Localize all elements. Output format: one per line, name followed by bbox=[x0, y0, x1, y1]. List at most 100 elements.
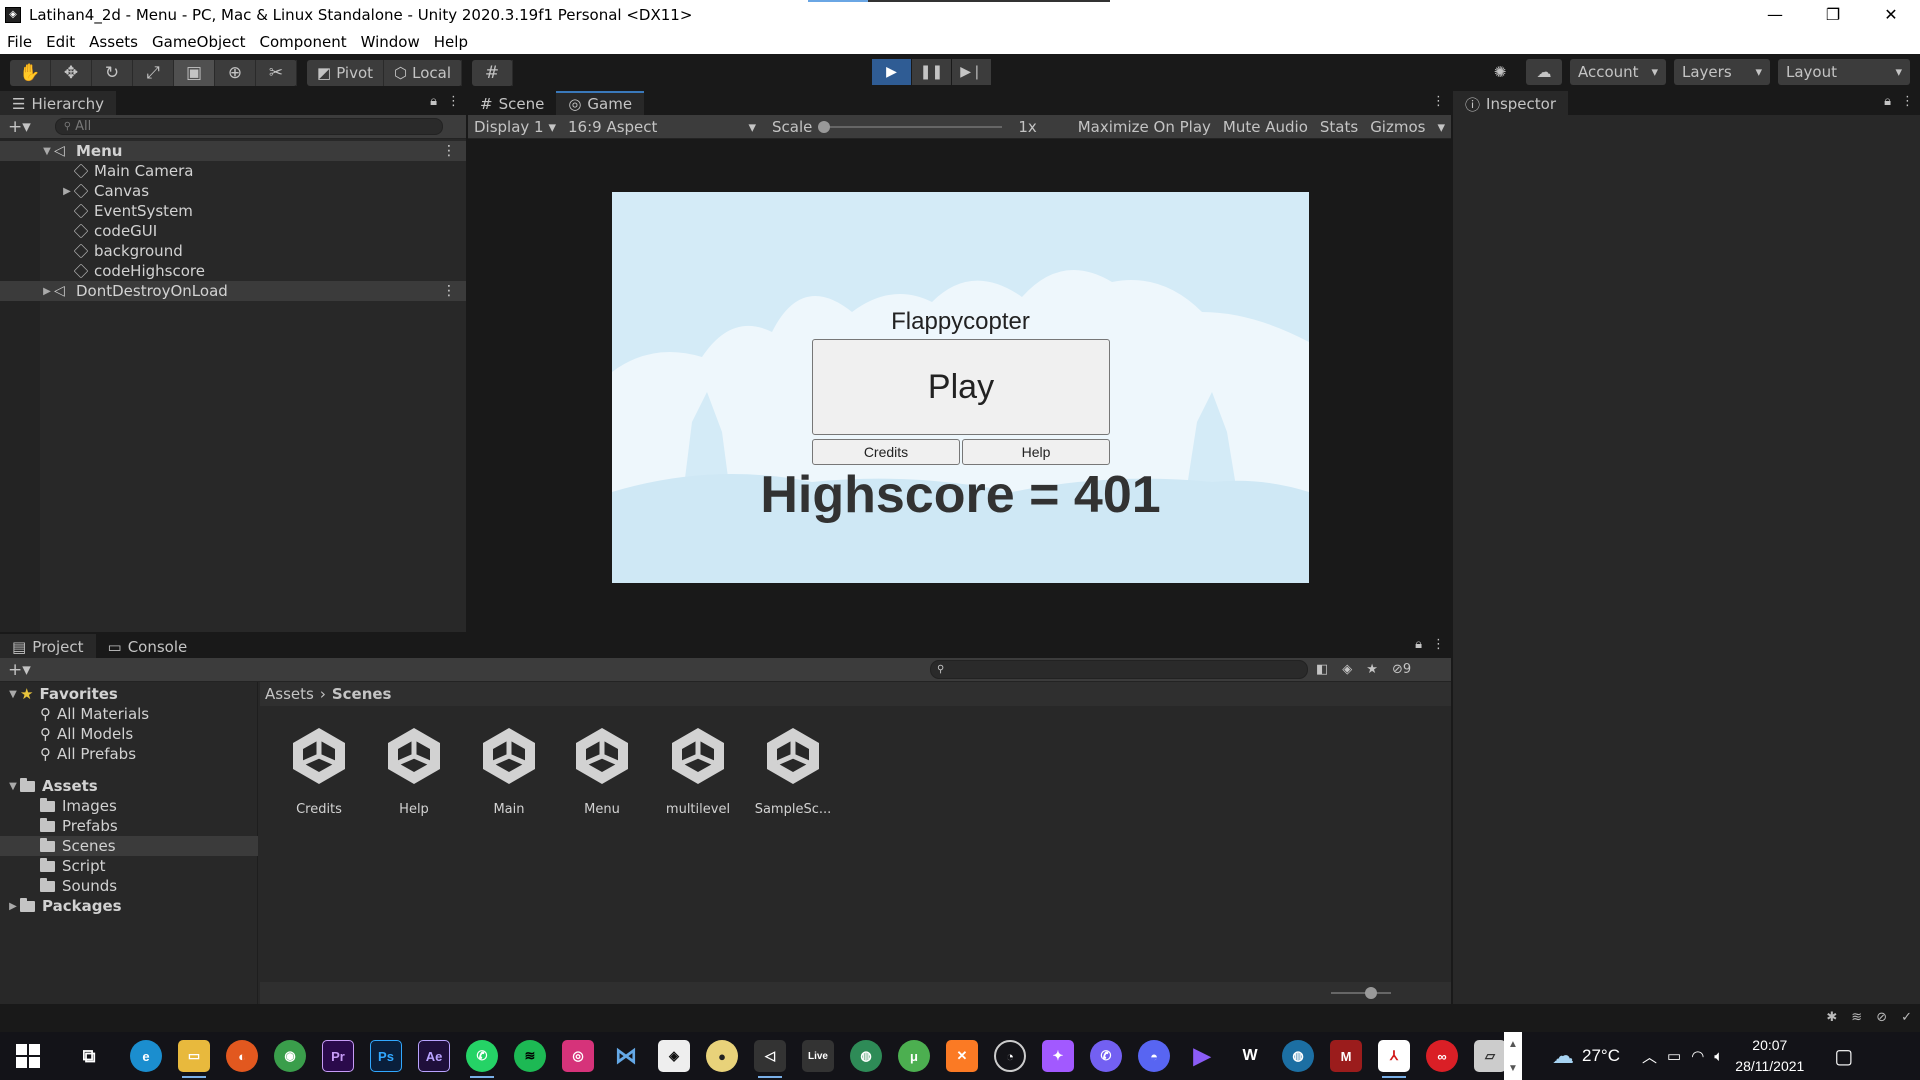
maximize-on-play-toggle[interactable]: Maximize On Play bbox=[1072, 118, 1217, 136]
filter-by-type-icon[interactable]: ◧ bbox=[1316, 662, 1328, 677]
hierarchy-item-eventsystem[interactable]: EventSystem bbox=[0, 201, 466, 221]
cloud-icon[interactable]: ☁ bbox=[1526, 59, 1562, 85]
minimize-icon[interactable]: — bbox=[1746, 0, 1804, 29]
aspect-dropdown[interactable]: 16:9 Aspect ▾ bbox=[562, 118, 762, 136]
folder-sounds[interactable]: Sounds bbox=[0, 876, 258, 896]
expand-arrow-icon[interactable]: ▶ bbox=[6, 901, 20, 912]
scale-slider-handle[interactable] bbox=[818, 120, 831, 133]
pivot-toggle[interactable]: ◩ Pivot bbox=[307, 59, 385, 86]
asset-scene-help[interactable]: Help bbox=[374, 724, 454, 817]
asset-scene-menu[interactable]: Menu bbox=[562, 724, 642, 817]
assets-header[interactable]: ▼ Assets bbox=[0, 776, 258, 796]
grid-snap-icon[interactable]: # bbox=[472, 59, 514, 86]
create-plus-icon[interactable]: +▾ bbox=[8, 660, 31, 680]
spotify-icon[interactable]: ≋ bbox=[514, 1040, 546, 1072]
scene-more-icon[interactable]: ⋮ bbox=[442, 143, 456, 159]
project-search-input[interactable]: ⚲ bbox=[930, 660, 1308, 679]
credits-button[interactable]: Credits bbox=[812, 439, 960, 465]
tab-console[interactable]: ▭ Console bbox=[95, 634, 200, 658]
expand-arrow-icon[interactable]: ▼ bbox=[6, 781, 20, 792]
gizmos-toggle[interactable]: Gizmos bbox=[1364, 118, 1431, 136]
unity-icon[interactable]: ◁ bbox=[754, 1040, 786, 1078]
layout-dropdown[interactable]: Layout bbox=[1778, 59, 1910, 85]
after-effects-icon[interactable]: Ae bbox=[418, 1040, 450, 1072]
lock-icon[interactable]: 🔒︎ bbox=[1884, 94, 1891, 109]
transform-tool-icon[interactable]: ⊕ bbox=[215, 59, 256, 86]
tab-hierarchy[interactable]: ☰ Hierarchy bbox=[0, 91, 116, 115]
menu-help[interactable]: Help bbox=[427, 33, 475, 51]
layers-stack-icon[interactable]: ≋ bbox=[1851, 1010, 1862, 1025]
unity-hub-icon[interactable]: ◈ bbox=[658, 1040, 690, 1072]
scene-row-menu[interactable]: ▼ ◁ Menu ⋮ bbox=[0, 141, 466, 161]
icon-size-slider-handle[interactable] bbox=[1365, 987, 1377, 999]
local-toggle[interactable]: ⬡ Local bbox=[384, 59, 463, 86]
more-options-icon[interactable]: ⋮ bbox=[447, 94, 460, 109]
close-icon[interactable]: ✕ bbox=[1862, 0, 1920, 29]
scene-more-icon[interactable]: ⋮ bbox=[442, 283, 456, 299]
scale-slider[interactable] bbox=[818, 120, 1003, 133]
scene-row-dontdestroyonload[interactable]: ▶ ◁ DontDestroyOnLoad ⋮ bbox=[0, 281, 466, 301]
tab-scene[interactable]: # Scene bbox=[468, 91, 557, 115]
step-icon[interactable]: ▶❘ bbox=[952, 59, 991, 85]
menu-assets[interactable]: Assets bbox=[82, 33, 145, 51]
display-dropdown[interactable]: Display 1 ▾ bbox=[468, 118, 562, 136]
collab-icon[interactable]: ✺ bbox=[1482, 59, 1518, 85]
favorite-all-models[interactable]: ⚲ All Models bbox=[0, 724, 258, 744]
viber-icon[interactable]: ✆ bbox=[1090, 1040, 1122, 1072]
account-dropdown[interactable]: Account bbox=[1570, 59, 1666, 85]
packages-header[interactable]: ▶ Packages bbox=[0, 896, 258, 916]
icon-size-slider[interactable] bbox=[1331, 987, 1391, 999]
folder-script[interactable]: Script bbox=[0, 856, 258, 876]
folder-prefabs[interactable]: Prefabs bbox=[0, 816, 258, 836]
mendeley-icon[interactable]: M bbox=[1330, 1040, 1362, 1072]
chrome-icon[interactable]: ◉ bbox=[274, 1040, 306, 1072]
vscode-icon[interactable]: ⋈ bbox=[610, 1040, 642, 1072]
favorites-header[interactable]: ▼ ★ Favorites bbox=[0, 684, 258, 704]
more-options-icon[interactable]: ⋮ bbox=[1432, 94, 1445, 109]
layers-dropdown[interactable]: Layers bbox=[1674, 59, 1770, 85]
play-button[interactable]: Play bbox=[812, 339, 1110, 435]
volume-icon[interactable]: 🔈︎ bbox=[1714, 1048, 1723, 1065]
scale-tool-icon[interactable]: ⤢ bbox=[133, 59, 174, 86]
expand-arrow-icon[interactable]: ▼ bbox=[6, 689, 20, 700]
notification-center-icon[interactable]: ▢ bbox=[1834, 1044, 1853, 1069]
battery-icon[interactable]: ▭ bbox=[1667, 1047, 1681, 1065]
tab-inspector[interactable]: ⓘ Inspector bbox=[1453, 91, 1568, 115]
restore-icon[interactable]: ❐ bbox=[1804, 0, 1862, 29]
waves-icon[interactable]: W bbox=[1234, 1040, 1266, 1072]
hierarchy-item-codehighscore[interactable]: codeHighscore bbox=[0, 261, 466, 281]
hierarchy-item-codegui[interactable]: codeGUI bbox=[0, 221, 466, 241]
breadcrumb-assets[interactable]: Assets bbox=[265, 685, 314, 703]
lock-icon[interactable]: 🔒︎ bbox=[1415, 637, 1422, 652]
hierarchy-item-canvas[interactable]: ▶ Canvas bbox=[0, 181, 466, 201]
favorite-star-icon[interactable]: ★ bbox=[1366, 662, 1378, 677]
hierarchy-item-background[interactable]: background bbox=[0, 241, 466, 261]
hierarchy-search-input[interactable]: ⚲ All bbox=[54, 118, 443, 135]
play-icon[interactable]: ▶ bbox=[872, 59, 911, 85]
show-hidden-icons-icon[interactable]: ︿ bbox=[1642, 1046, 1657, 1067]
auto-generate-lighting-icon[interactable]: ⊘ bbox=[1876, 1010, 1887, 1025]
tablet-icon[interactable]: ▱ bbox=[1474, 1040, 1506, 1072]
asset-scene-main[interactable]: Main bbox=[469, 724, 549, 817]
ableton-live-icon[interactable]: Live bbox=[802, 1040, 834, 1072]
filter-by-label-icon[interactable]: ◈ bbox=[1342, 662, 1352, 677]
mute-audio-toggle[interactable]: Mute Audio bbox=[1217, 118, 1314, 136]
utorrent-icon[interactable]: μ bbox=[898, 1040, 930, 1072]
winamp-icon[interactable]: ▶ bbox=[1186, 1040, 1218, 1072]
whatsapp-icon[interactable]: ✆ bbox=[466, 1040, 498, 1078]
hierarchy-item-main-camera[interactable]: Main Camera bbox=[0, 161, 466, 181]
asset-scene-multilevel[interactable]: multilevel bbox=[658, 724, 738, 817]
xampp-icon[interactable]: ✕ bbox=[946, 1040, 978, 1072]
rotate-tool-icon[interactable]: ↻ bbox=[92, 59, 133, 86]
taskbar-scroll-icon[interactable]: ▲ ▼ bbox=[1504, 1032, 1522, 1080]
menu-file[interactable]: File bbox=[0, 33, 39, 51]
temperature[interactable]: 27°C bbox=[1582, 1046, 1620, 1066]
creative-cloud-icon[interactable]: ∞ bbox=[1426, 1040, 1458, 1072]
move-tool-icon[interactable]: ✥ bbox=[51, 59, 92, 86]
rect-tool-icon[interactable]: ▣ bbox=[174, 59, 215, 86]
tab-project[interactable]: ▤ Project bbox=[0, 634, 96, 658]
menu-window[interactable]: Window bbox=[354, 33, 427, 51]
favorite-all-materials[interactable]: ⚲ All Materials bbox=[0, 704, 258, 724]
expand-arrow-icon[interactable]: ▼ bbox=[40, 146, 54, 157]
premiere-pro-icon[interactable]: Pr bbox=[322, 1040, 354, 1072]
